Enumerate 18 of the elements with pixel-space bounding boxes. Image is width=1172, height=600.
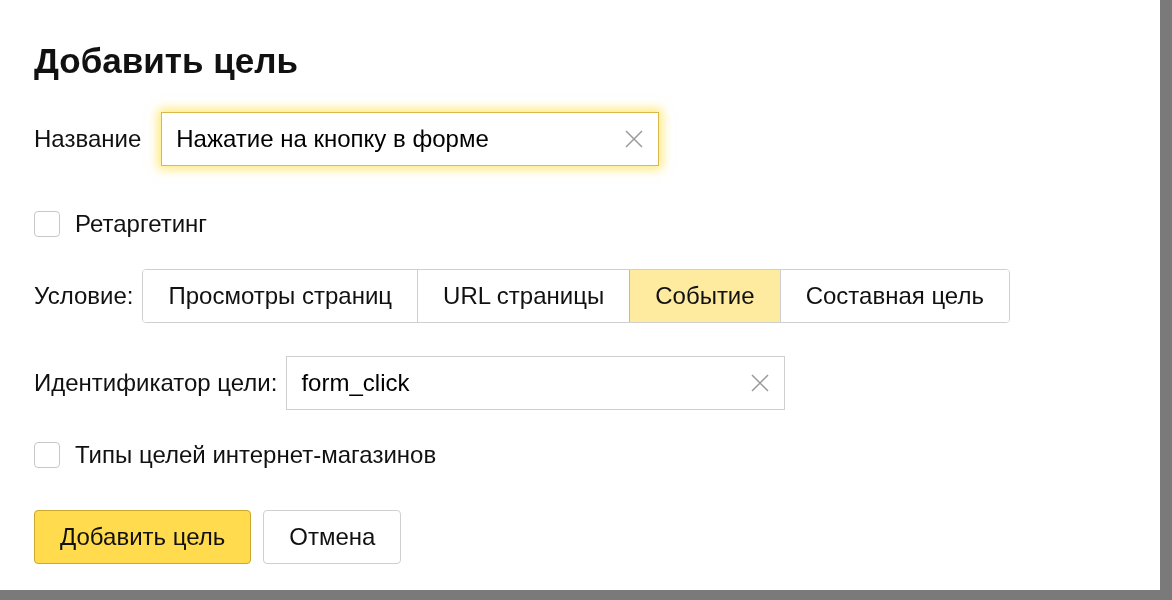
checkbox-label: Типы целей интернет-магазинов [75,440,437,470]
checkbox[interactable] [34,211,60,237]
field-value: Нажатие на кнопку в форме [176,124,490,154]
submit-button[interactable]: Добавить цель [34,510,252,564]
clear-icon[interactable] [624,129,645,149]
cancel-button[interactable]: Отмена [263,510,402,564]
condition-tab[interactable]: Составная цель [779,270,1009,322]
field-value: form_click [301,368,411,398]
condition-tab[interactable]: Событие [629,270,780,322]
field-label: Идентификатор цели: [34,368,278,398]
checkbox[interactable] [34,442,60,468]
text-field[interactable]: Нажатие на кнопку в форме [161,112,660,166]
dialog-title: Добавить цель [34,40,299,82]
checkbox-label: Ретаргетинг [75,209,208,239]
text-field[interactable]: form_click [286,356,786,410]
field-label: Название [34,124,142,154]
condition-label: Условие: [34,281,134,311]
clear-icon[interactable] [750,373,771,393]
